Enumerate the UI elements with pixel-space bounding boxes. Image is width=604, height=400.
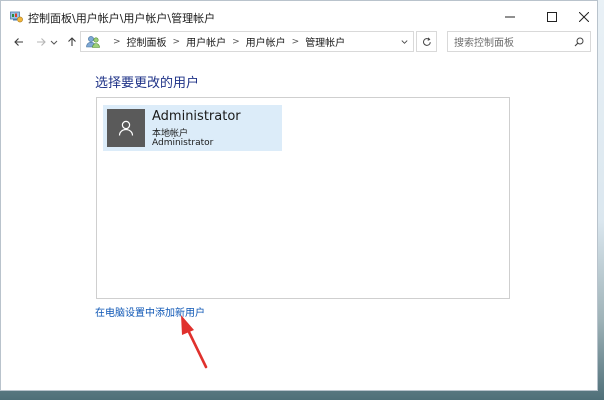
search-input[interactable]: 搜索控制面板 xyxy=(447,31,591,52)
users-icon xyxy=(86,35,100,48)
title-bar[interactable]: 控制面板\用户帐户\用户帐户\管理帐户 xyxy=(1,1,597,32)
breadcrumb-separator: > xyxy=(113,36,121,47)
user-tile-administrator[interactable]: Administrator 本地帐户 Administrator xyxy=(103,105,282,151)
chevron-down-icon xyxy=(50,40,58,45)
search-icon[interactable] xyxy=(574,37,584,47)
refresh-icon xyxy=(422,36,431,46)
user-icon xyxy=(118,120,134,136)
arrow-left-icon xyxy=(14,38,23,46)
avatar xyxy=(107,109,145,147)
breadcrumb-control-panel[interactable]: 控制面板 xyxy=(127,34,167,49)
address-bar[interactable]: > 控制面板 > 用户帐户 > 用户帐户 > 管理帐户 xyxy=(80,31,414,52)
address-dropdown-icon[interactable] xyxy=(400,37,409,46)
recent-locations-button[interactable] xyxy=(49,34,59,50)
maximize-icon xyxy=(547,11,557,22)
forward-button[interactable] xyxy=(33,34,49,50)
back-button[interactable] xyxy=(11,34,27,50)
control-panel-window: 控制面板\用户帐户\用户帐户\管理帐户 > 控制面板 > 用户帐户 > 用户帐户… xyxy=(0,0,598,391)
user-name: Administrator xyxy=(152,109,241,124)
close-button[interactable] xyxy=(561,1,604,32)
refresh-button[interactable] xyxy=(416,31,437,52)
breadcrumb: > 控制面板 > 用户帐户 > 用户帐户 > 管理帐户 xyxy=(107,34,345,50)
breadcrumb-user-accounts[interactable]: 用户帐户 xyxy=(186,34,226,49)
window-title: 控制面板\用户帐户\用户帐户\管理帐户 xyxy=(28,12,216,25)
close-icon xyxy=(579,11,589,22)
breadcrumb-manage-accounts[interactable]: 管理帐户 xyxy=(305,34,345,49)
breadcrumb-user-accounts-sub[interactable]: 用户帐户 xyxy=(246,34,286,49)
add-new-user-link[interactable]: 在电脑设置中添加新用户 xyxy=(95,304,205,319)
minimize-button[interactable] xyxy=(487,1,533,32)
breadcrumb-separator: > xyxy=(232,36,240,47)
breadcrumb-separator: > xyxy=(172,36,181,47)
arrow-up-icon xyxy=(68,37,76,46)
up-button[interactable] xyxy=(64,34,80,50)
search-placeholder: 搜索控制面板 xyxy=(454,38,514,49)
user-account-detail: Administrator xyxy=(152,138,214,148)
page-heading: 选择要更改的用户 xyxy=(95,76,200,91)
control-panel-icon xyxy=(10,11,23,23)
arrow-right-icon xyxy=(37,38,46,46)
breadcrumb-separator: > xyxy=(291,36,300,47)
minimize-icon xyxy=(505,16,515,17)
user-list-panel: Administrator 本地帐户 Administrator xyxy=(96,97,510,299)
